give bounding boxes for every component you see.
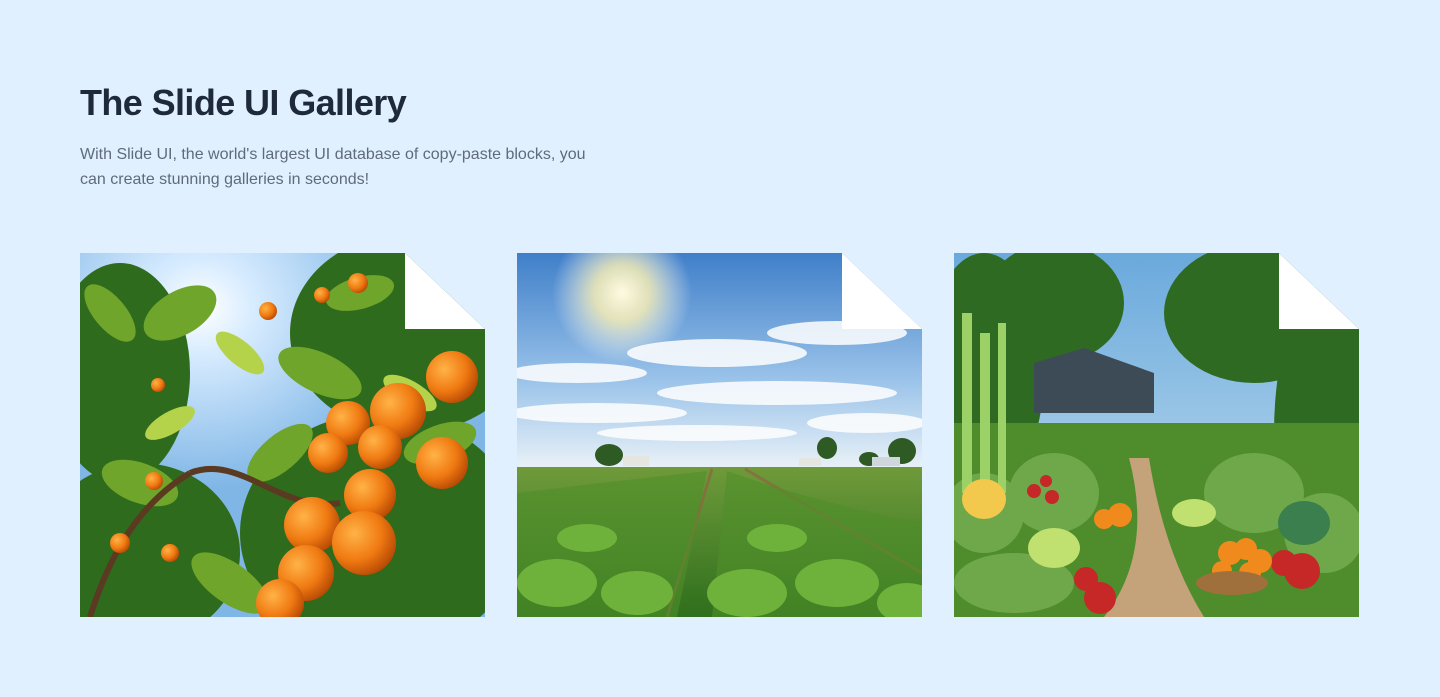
gallery-card-farm[interactable]	[517, 253, 922, 617]
page-title: The Slide UI Gallery	[80, 82, 407, 123]
gallery-grid	[80, 253, 1359, 617]
page-fold-corner	[842, 253, 922, 329]
gallery-card-oranges[interactable]	[80, 253, 485, 617]
gallery-header: The Slide UI Gallery With Slide UI, the …	[80, 82, 640, 192]
page-subtitle: With Slide UI, the world's largest UI da…	[80, 146, 586, 188]
page-fold-corner	[1279, 253, 1359, 329]
gallery-card-garden[interactable]	[954, 253, 1359, 617]
page-fold-corner	[405, 253, 485, 329]
